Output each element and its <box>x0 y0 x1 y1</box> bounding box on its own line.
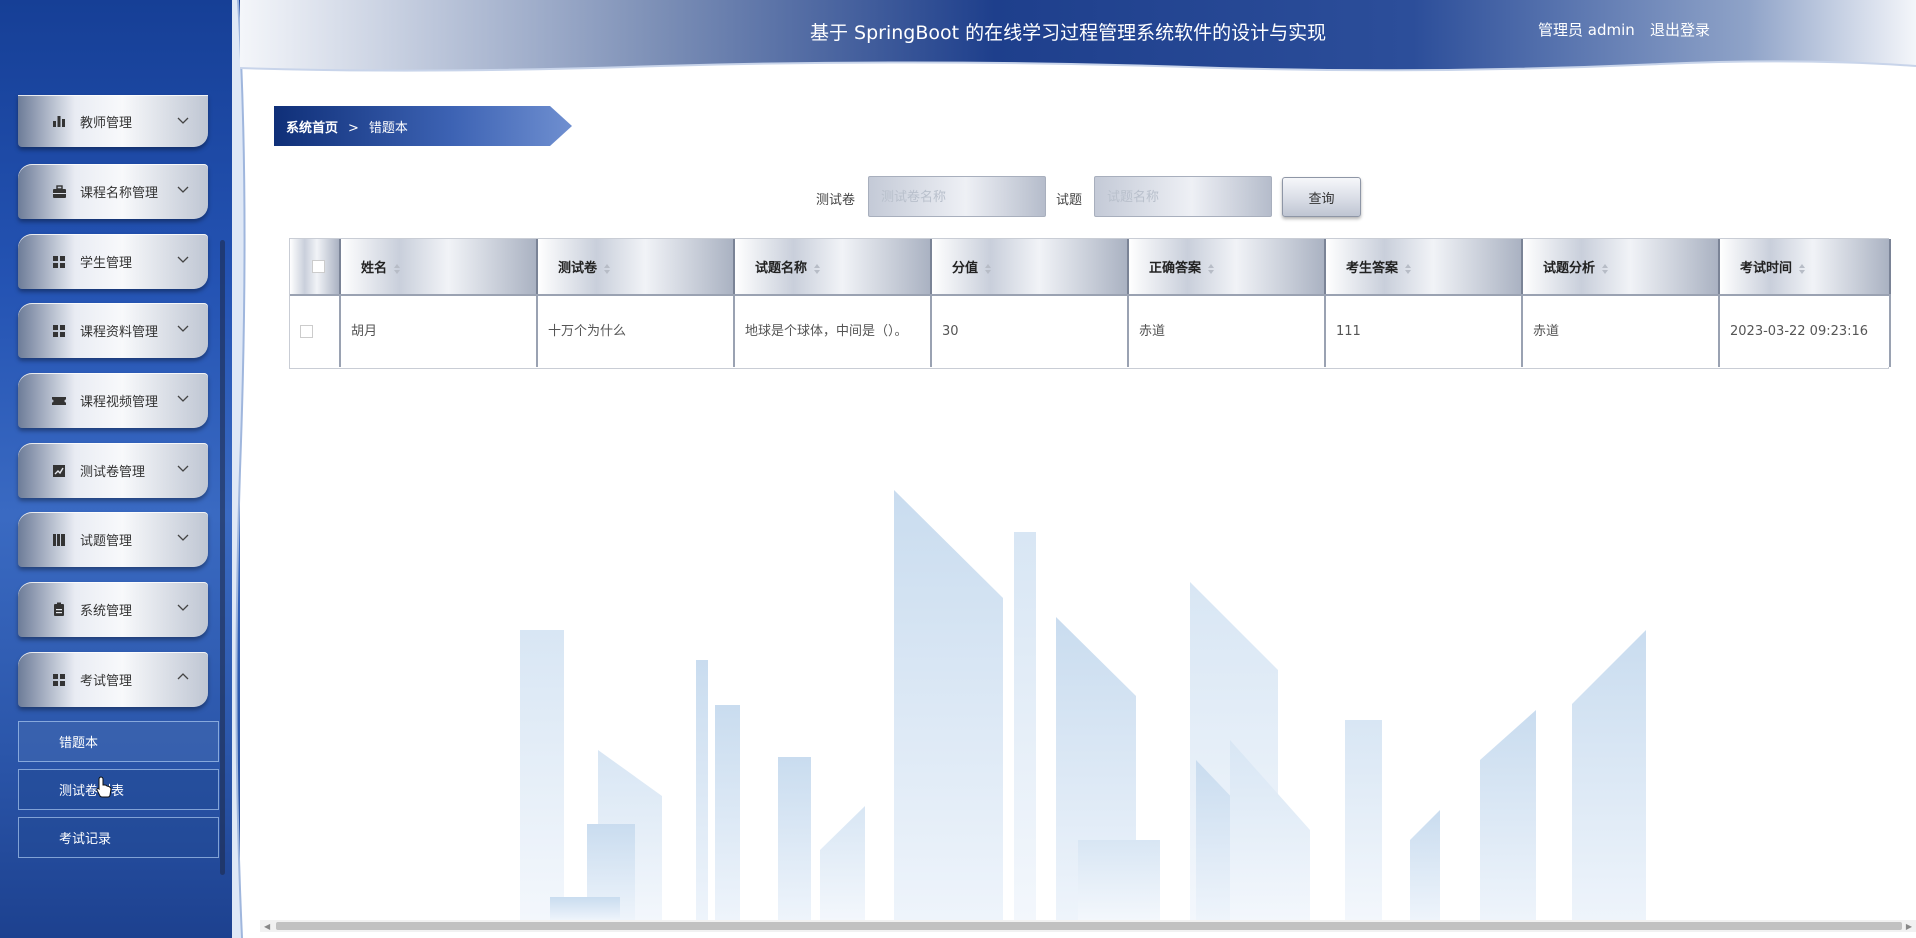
sidebar-edge-decoration <box>232 0 246 938</box>
horizontal-scrollbar[interactable]: ◀ ▶ <box>260 920 1916 932</box>
sidebar-item-label: 系统管理 <box>80 604 133 619</box>
chevron-up-icon <box>177 673 189 680</box>
grid-icon <box>48 669 70 691</box>
question-search-label: 试题 <box>1056 193 1083 208</box>
sidebar-item-course-video[interactable]: 课程视频管理 <box>18 373 208 428</box>
chevron-down-icon <box>177 256 189 263</box>
sort-icon[interactable] <box>984 263 992 275</box>
sidebar-item-label: 课程资料管理 <box>80 325 159 340</box>
current-user: 管理员 admin <box>1538 21 1635 39</box>
sort-icon[interactable] <box>393 263 401 275</box>
scroll-right-icon[interactable]: ▶ <box>1906 922 1912 931</box>
sidebar-item-label: 测试卷管理 <box>80 465 146 480</box>
cell-analysis: 赤道 <box>1522 295 1720 367</box>
sidebar-subitem-exam-record[interactable]: 考试记录 <box>18 817 219 858</box>
sidebar-subitem-wrong-book[interactable]: 错题本 <box>18 721 219 762</box>
sort-icon[interactable] <box>1207 263 1215 275</box>
briefcase-icon <box>48 181 70 203</box>
breadcrumb-separator: > <box>348 121 359 136</box>
sidebar-item-test-paper[interactable]: 测试卷管理 <box>18 443 208 498</box>
sidebar-item-label: 学生管理 <box>80 256 133 271</box>
sidebar-item-exam[interactable]: 考试管理 <box>18 652 208 707</box>
sidebar-item-label: 教师管理 <box>80 115 133 131</box>
page-title: 基于 SpringBoot 的在线学习过程管理系统软件的设计与实现 <box>810 22 1327 44</box>
column-header[interactable]: 考试时间 <box>1719 239 1891 296</box>
row-checkbox[interactable] <box>300 324 313 338</box>
breadcrumb-current: 错题本 <box>368 121 408 136</box>
sidebar-item-system[interactable]: 系统管理 <box>18 582 208 637</box>
cell-question: 地球是个球体，中间是（）。 <box>734 295 932 367</box>
grid-icon <box>48 251 70 273</box>
sort-icon[interactable] <box>1601 263 1609 275</box>
sidebar-item-course-material[interactable]: 课程资料管理 <box>18 303 208 358</box>
clipboard-icon <box>48 599 70 621</box>
column-header[interactable]: 正确答案 <box>1128 239 1326 296</box>
select-all-checkbox[interactable] <box>312 260 325 273</box>
chevron-down-icon <box>177 325 189 332</box>
sort-icon[interactable] <box>1798 263 1806 275</box>
row-select-cell <box>290 295 341 367</box>
sidebar-item-teacher[interactable]: 教师管理 <box>18 95 208 147</box>
query-button[interactable]: 查询 <box>1282 177 1361 217</box>
column-header[interactable]: 考生答案 <box>1325 239 1523 296</box>
sidebar-item-course-name[interactable]: 课程名称管理 <box>18 164 208 219</box>
chevron-down-icon <box>177 117 189 124</box>
sidebar-item-label: 考试管理 <box>80 674 133 689</box>
table-row[interactable]: 胡月 十万个为什么 地球是个球体，中间是（）。 30 赤道 111 赤道 202… <box>290 295 1891 367</box>
breadcrumb-text: 系统首页 > 错题本 <box>286 117 408 136</box>
chevron-down-icon <box>177 186 189 193</box>
cell-name: 胡月 <box>340 295 538 367</box>
sort-icon[interactable] <box>603 263 611 275</box>
breadcrumb: 系统首页 > 错题本 <box>274 106 574 146</box>
cell-exam-time: 2023-03-22 09:23:16 <box>1719 295 1891 367</box>
paper-search-input[interactable] <box>868 176 1046 217</box>
table-header-row: 姓名 测试卷 试题名称 分值 正确答案 考生答案 试题分析 考试时间 <box>290 239 1891 296</box>
sidebar-item-label: 试题管理 <box>80 534 133 549</box>
column-header[interactable]: 姓名 <box>340 239 538 296</box>
hand-cursor-icon <box>96 776 112 798</box>
question-search-input[interactable] <box>1094 176 1272 217</box>
sort-icon[interactable] <box>813 263 821 275</box>
sidebar-item-student[interactable]: 学生管理 <box>18 234 208 289</box>
sort-icon[interactable] <box>1404 263 1412 275</box>
book-icon <box>48 529 70 551</box>
column-header[interactable]: 分值 <box>931 239 1129 296</box>
breadcrumb-home[interactable]: 系统首页 <box>286 121 338 136</box>
logout-link[interactable]: 退出登录 <box>1650 19 1710 40</box>
chevron-down-icon <box>177 465 189 472</box>
header: 基于 SpringBoot 的在线学习过程管理系统软件的设计与实现 管理员 ad… <box>240 0 1916 82</box>
chevron-down-icon <box>177 534 189 541</box>
line-chart-icon <box>48 460 70 482</box>
sidebar: 教师管理 课程名称管理 学生管理 课程资料管理 课程视频管理 测试卷管理 试题管… <box>0 0 246 938</box>
select-all-header <box>290 239 341 296</box>
scroll-left-icon[interactable]: ◀ <box>264 922 270 931</box>
cell-paper: 十万个为什么 <box>537 295 735 367</box>
sidebar-item-label: 课程名称管理 <box>80 186 159 201</box>
ticket-icon <box>48 390 70 412</box>
city-skyline-background <box>520 490 1646 920</box>
column-header[interactable]: 试题名称 <box>734 239 932 296</box>
cell-correct-answer: 赤道 <box>1128 295 1326 367</box>
grid-icon <box>48 320 70 342</box>
paper-search-label: 测试卷 <box>816 193 856 208</box>
column-header[interactable]: 试题分析 <box>1522 239 1720 296</box>
sidebar-subitem-test-paper-list[interactable]: 测试卷列表 <box>18 769 219 810</box>
bar-chart-icon <box>48 110 70 132</box>
chevron-down-icon <box>177 395 189 402</box>
column-header[interactable]: 测试卷 <box>537 239 735 296</box>
cell-score: 30 <box>931 295 1129 367</box>
sidebar-item-question[interactable]: 试题管理 <box>18 512 208 567</box>
chevron-down-icon <box>177 604 189 611</box>
sidebar-item-label: 课程视频管理 <box>80 395 159 410</box>
sidebar-scrollbar[interactable] <box>220 240 225 875</box>
scrollbar-thumb[interactable] <box>276 922 1902 930</box>
cell-student-answer: 111 <box>1325 295 1523 367</box>
wrong-questions-table: 姓名 测试卷 试题名称 分值 正确答案 考生答案 试题分析 考试时间 胡月 十万… <box>289 238 1891 369</box>
